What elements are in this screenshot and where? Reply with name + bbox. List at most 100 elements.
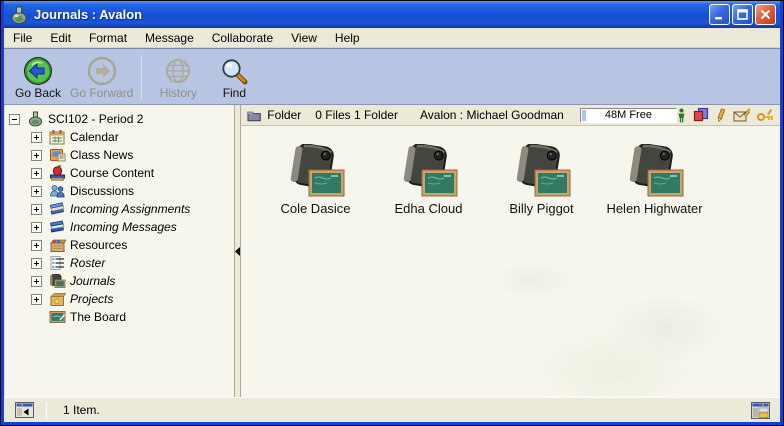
expand-toggle[interactable]	[31, 276, 42, 287]
back-icon	[23, 55, 53, 86]
expand-toggle[interactable]	[31, 132, 42, 143]
menu-view[interactable]: View	[282, 29, 326, 47]
expand-toggle[interactable]	[31, 204, 42, 215]
menu-collaborate[interactable]: Collaborate	[203, 29, 282, 47]
history-icon	[164, 55, 192, 86]
panel-splitter[interactable]	[234, 105, 241, 397]
file-panel-header: Folder 0 Files 1 Folder Avalon : Michael…	[241, 105, 780, 126]
journal-item[interactable]: Helen Highwater	[606, 144, 703, 216]
resources-icon	[49, 237, 66, 253]
tree-item-journals[interactable]: Journals	[9, 272, 234, 290]
menu-file[interactable]: File	[4, 29, 41, 47]
tree-item-incoming-messages[interactable]: Incoming Messages	[9, 218, 234, 236]
minimize-button[interactable]	[709, 4, 730, 25]
journal-name: Cole Dasice	[280, 201, 350, 216]
status-bar: 1 Item.	[4, 397, 780, 422]
roster-icon	[49, 255, 66, 271]
history-button[interactable]: History	[150, 53, 206, 102]
tree-item-roster[interactable]: Roster	[9, 254, 234, 272]
app-window: Journals : Avalon File Edit Format Messa…	[0, 0, 784, 426]
find-label: Find	[223, 86, 246, 100]
journal-item[interactable]: Edha Cloud	[380, 144, 477, 216]
forward-icon	[87, 55, 117, 86]
tree-item-projects[interactable]: Projects	[9, 290, 234, 308]
key-icon[interactable]	[757, 109, 774, 122]
expand-toggle[interactable]	[31, 294, 42, 305]
tree-item-calendar[interactable]: Calendar	[9, 128, 234, 146]
course-content-icon	[49, 165, 66, 181]
expand-toggle[interactable]	[31, 258, 42, 269]
toolbar-separator	[141, 55, 142, 99]
free-space-gauge: 48M Free	[580, 108, 677, 123]
journal-icon	[626, 144, 684, 197]
item-count-text: 1 Item.	[55, 403, 746, 417]
expand-toggle[interactable]	[31, 222, 42, 233]
file-panel: Folder 0 Files 1 Folder Avalon : Michael…	[241, 105, 780, 397]
item-counts: 0 Files 1 Folder	[315, 108, 398, 122]
layout-view-button[interactable]	[746, 402, 774, 419]
item-type-label: Folder	[267, 108, 301, 122]
journal-item[interactable]: Cole Dasice	[267, 144, 364, 216]
panel-toggle-icon	[15, 402, 34, 418]
discussions-icon	[49, 183, 66, 199]
tree-item-class-news[interactable]: Class News	[9, 146, 234, 164]
menu-format[interactable]: Format	[80, 29, 136, 47]
menu-edit[interactable]: Edit	[41, 29, 80, 47]
board-icon	[49, 309, 66, 325]
tree-item-resources[interactable]: Resources	[9, 236, 234, 254]
window-title: Journals : Avalon	[34, 7, 709, 22]
find-button[interactable]: Find	[206, 53, 262, 102]
calendar-icon	[49, 129, 66, 145]
maximize-button[interactable]	[732, 4, 753, 25]
history-label: History	[160, 86, 197, 100]
journal-name: Billy Piggot	[509, 201, 573, 216]
main-area: SCI102 - Period 2 Calendar	[4, 105, 780, 397]
collapse-toggle[interactable]	[9, 114, 20, 125]
find-icon	[220, 55, 248, 86]
expand-toggle[interactable]	[31, 240, 42, 251]
menu-message[interactable]: Message	[136, 29, 203, 47]
titlebar: Journals : Avalon	[4, 1, 780, 28]
course-flask-icon	[27, 111, 44, 127]
expand-toggle[interactable]	[31, 150, 42, 161]
close-button[interactable]	[755, 4, 776, 25]
expand-toggle[interactable]	[31, 168, 42, 179]
statusbar-separator	[46, 402, 47, 419]
used-space-bar	[582, 110, 586, 121]
menu-bar: File Edit Format Message Collaborate Vie…	[4, 28, 780, 48]
copy-icon[interactable]	[693, 107, 709, 123]
tree-item-discussions[interactable]: Discussions	[9, 182, 234, 200]
tree-item-the-board[interactable]: The Board	[9, 308, 234, 326]
pencil-icon[interactable]	[716, 108, 726, 123]
go-forward-label: Go Forward	[70, 86, 133, 100]
journals-icon	[49, 273, 66, 289]
collapse-arrow-icon	[235, 247, 240, 256]
menu-help[interactable]: Help	[326, 29, 369, 47]
go-back-button[interactable]: Go Back	[10, 53, 66, 102]
journal-icon	[287, 144, 345, 197]
toggle-tree-panel-button[interactable]	[10, 402, 38, 418]
tree-item-course-content[interactable]: Course Content	[9, 164, 234, 182]
tree-root-label: SCI102 - Period 2	[48, 112, 143, 126]
journal-item[interactable]: Billy Piggot	[493, 144, 590, 216]
projects-icon	[49, 291, 66, 307]
app-flask-icon	[9, 5, 29, 25]
compose-icon[interactable]	[733, 108, 750, 123]
expand-toggle[interactable]	[31, 186, 42, 197]
map-watermark	[480, 217, 780, 397]
class-news-icon	[49, 147, 66, 163]
maximize-icon	[737, 9, 748, 20]
toolbar: Go Back Go Forward History	[4, 48, 780, 105]
user-icon[interactable]	[677, 108, 686, 123]
journal-icon	[400, 144, 458, 197]
layout-icon	[751, 402, 770, 419]
go-back-label: Go Back	[15, 86, 61, 100]
tree-item-incoming-assignments[interactable]: Incoming Assignments	[9, 200, 234, 218]
folder-content: Cole Dasice Edha Cloud Billy Piggot Hele…	[241, 126, 780, 397]
tree-root-sci102[interactable]: SCI102 - Period 2	[9, 110, 234, 128]
journal-name: Helen Highwater	[606, 201, 702, 216]
go-forward-button[interactable]: Go Forward	[66, 53, 137, 102]
journal-name: Edha Cloud	[395, 201, 463, 216]
minimize-icon	[714, 9, 725, 20]
course-tree: SCI102 - Period 2 Calendar	[4, 105, 234, 397]
